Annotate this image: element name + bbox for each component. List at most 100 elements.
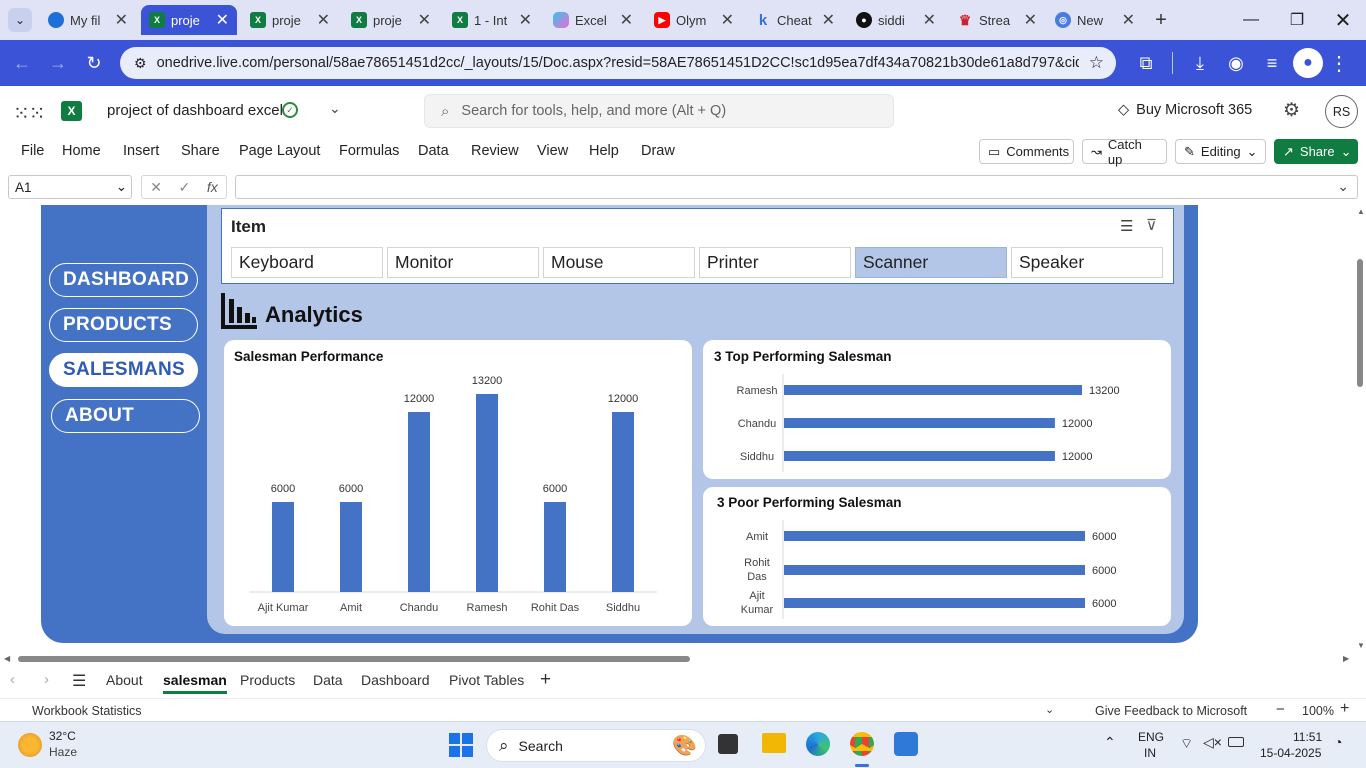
lang-secondary[interactable]: IN [1144, 746, 1156, 760]
clock-date[interactable]: 15-04-2025 [1260, 746, 1321, 760]
bar-ajit-kumar[interactable] [272, 502, 294, 592]
bookmark-star-icon[interactable]: ☆ [1089, 53, 1116, 73]
url-field[interactable]: ⚙ onedrive.live.com/personal/58ae7865145… [120, 47, 1116, 79]
close-tab-icon[interactable]: ✕ [317, 10, 330, 30]
volume-icon[interactable]: ◁× [1203, 734, 1222, 751]
bar-chandu[interactable] [784, 418, 1055, 428]
close-tab-icon[interactable]: ✕ [822, 10, 835, 30]
bar-ramesh[interactable] [476, 394, 498, 592]
nav-dashboard-button[interactable]: DASHBOARD [49, 263, 198, 297]
settings-gear-icon[interactable]: ⚙ [1283, 99, 1300, 122]
slicer-item-printer[interactable]: Printer [699, 247, 851, 278]
browser-tab[interactable]: ● siddi ✕ [848, 5, 944, 35]
new-tab-button[interactable]: + [1148, 8, 1174, 32]
browser-tab[interactable]: k Cheat ✕ [747, 5, 843, 35]
editing-mode-button[interactable]: ✎ Editing ⌄ [1175, 139, 1266, 164]
horizontal-scroll-thumb[interactable] [18, 656, 690, 662]
back-icon[interactable]: ← [9, 50, 35, 76]
workbook-statistics[interactable]: Workbook Statistics [32, 704, 142, 718]
close-tab-icon[interactable]: ✕ [115, 10, 128, 30]
slicer-item-monitor[interactable]: Monitor [387, 247, 539, 278]
close-tab-icon[interactable]: ✕ [418, 10, 431, 30]
photos-icon[interactable] [894, 732, 918, 756]
close-tab-icon[interactable]: ✕ [923, 10, 936, 30]
title-dropdown-icon[interactable]: ⌄ [329, 100, 341, 117]
zoom-level[interactable]: 100% [1302, 704, 1334, 718]
close-tab-icon[interactable]: ✕ [1024, 10, 1037, 30]
browser-tab[interactable]: ◎ New ✕ [1047, 5, 1143, 35]
bar-siddhu[interactable] [784, 451, 1055, 461]
slicer-item-scanner[interactable]: Scanner [855, 247, 1007, 278]
minimize-button[interactable]: — [1228, 0, 1274, 40]
share-button[interactable]: ↗ Share ⌄ [1274, 139, 1358, 164]
bar-ramesh[interactable] [784, 385, 1082, 395]
bar-siddhu[interactable] [612, 412, 634, 592]
menu-view[interactable]: View [537, 143, 568, 159]
sheet-tab-pivot-tables[interactable]: Pivot Tables [449, 672, 524, 688]
close-tab-icon[interactable]: ✕ [216, 10, 229, 30]
edge-icon[interactable] [806, 732, 830, 756]
scroll-right-icon[interactable]: ▶ [1343, 654, 1349, 663]
app-launcher-icon[interactable]: ⁙⁙ [13, 101, 46, 126]
chevron-down-icon[interactable]: ⌄ [1045, 703, 1054, 716]
bar-amit[interactable] [340, 502, 362, 592]
close-tab-icon[interactable]: ✕ [519, 10, 532, 30]
salesman-performance-card[interactable]: Salesman Performance 6000 Ajit Kumar 6000 A… [224, 340, 692, 626]
weather-temp[interactable]: 32°C [49, 729, 76, 743]
cancel-icon[interactable]: ✕ [150, 179, 162, 196]
document-title[interactable]: project of dashboard excel [107, 102, 283, 119]
confirm-icon[interactable]: ✓ [179, 179, 191, 196]
browser-tab[interactable]: Excel ✕ [545, 5, 641, 35]
catch-up-button[interactable]: ↝ Catch up [1082, 137, 1167, 167]
reload-icon[interactable]: ↻ [81, 50, 107, 76]
browser-menu-icon[interactable]: ⋮ [1326, 50, 1352, 76]
browser-tab[interactable]: ▶ Olym ✕ [646, 5, 742, 35]
notification-bell-icon[interactable]: ◔ [1334, 734, 1342, 750]
windows-start-icon[interactable] [449, 733, 473, 757]
clock-time[interactable]: 11:51 [1293, 730, 1322, 744]
slicer-item-keyboard[interactable]: Keyboard [231, 247, 383, 278]
search-box[interactable]: ⌕ Search for tools, help, and more (Alt … [424, 94, 894, 128]
menu-help[interactable]: Help [589, 143, 619, 159]
add-sheet-button[interactable]: + [540, 669, 551, 691]
browser-tab[interactable]: Xproje ✕ [141, 5, 237, 35]
download-icon[interactable]: ⤓ [1187, 50, 1213, 76]
clear-filter-icon[interactable]: ⊽ [1146, 216, 1157, 234]
weather-haze-icon[interactable] [18, 733, 42, 757]
sheet-tab-about[interactable]: About [106, 672, 143, 688]
sheet-tab-salesman[interactable]: salesman [163, 672, 227, 694]
vertical-scrollbar-track[interactable]: ▲ ▼ [1355, 205, 1366, 653]
top-salesman-card[interactable]: 3 Top Performing Salesman 13200 Ramesh 120… [703, 340, 1171, 479]
task-view-icon[interactable] [718, 734, 738, 754]
menu-insert[interactable]: Insert [123, 143, 159, 159]
account-avatar[interactable]: RS [1325, 95, 1358, 128]
saved-status-icon[interactable]: ✓ [282, 102, 298, 118]
browser-tab[interactable]: Xproje ✕ [242, 5, 338, 35]
slicer-item-speaker[interactable]: Speaker [1011, 247, 1163, 278]
browser-tab[interactable]: Xproje ✕ [343, 5, 439, 35]
close-tab-icon[interactable]: ✕ [1122, 10, 1135, 30]
horizontal-scrollbar[interactable]: ◀ ▶ [0, 653, 1366, 665]
chevron-up-icon[interactable]: ⌃ [1104, 734, 1116, 751]
zoom-in-icon[interactable]: + [1340, 700, 1349, 718]
extensions-icon[interactable]: ⧉ [1133, 50, 1159, 76]
site-info-icon[interactable]: ⚙ [134, 55, 147, 72]
zoom-out-icon[interactable]: − [1276, 701, 1285, 718]
bar-chandu[interactable] [408, 412, 430, 592]
taskbar-search-box[interactable]: ⌕ Search 🎨 [486, 729, 706, 762]
menu-file[interactable]: File [21, 143, 44, 159]
expand-formula-icon[interactable]: ⌄ [1337, 178, 1349, 195]
formula-input[interactable]: ⌄ [235, 175, 1358, 199]
feedback-link[interactable]: Give Feedback to Microsoft [1095, 704, 1247, 718]
close-window-button[interactable]: ✕ [1320, 0, 1366, 40]
menu-share[interactable]: Share [181, 143, 220, 159]
menu-review[interactable]: Review [471, 143, 519, 159]
sheet-tab-products[interactable]: Products [240, 672, 295, 688]
sheet-tab-data[interactable]: Data [313, 672, 343, 688]
all-sheets-icon[interactable]: ☰ [72, 671, 86, 691]
url-text[interactable]: onedrive.live.com/personal/58ae78651451d… [157, 55, 1079, 71]
file-explorer-icon[interactable] [762, 733, 786, 753]
sheet-grid[interactable]: DASHBOARD PRODUCTS SALESMANS ABOUT Item ☰ ⊽… [0, 205, 1354, 653]
browser-tab[interactable]: ♛ Strea ✕ [949, 5, 1045, 35]
menu-draw[interactable]: Draw [641, 143, 675, 159]
